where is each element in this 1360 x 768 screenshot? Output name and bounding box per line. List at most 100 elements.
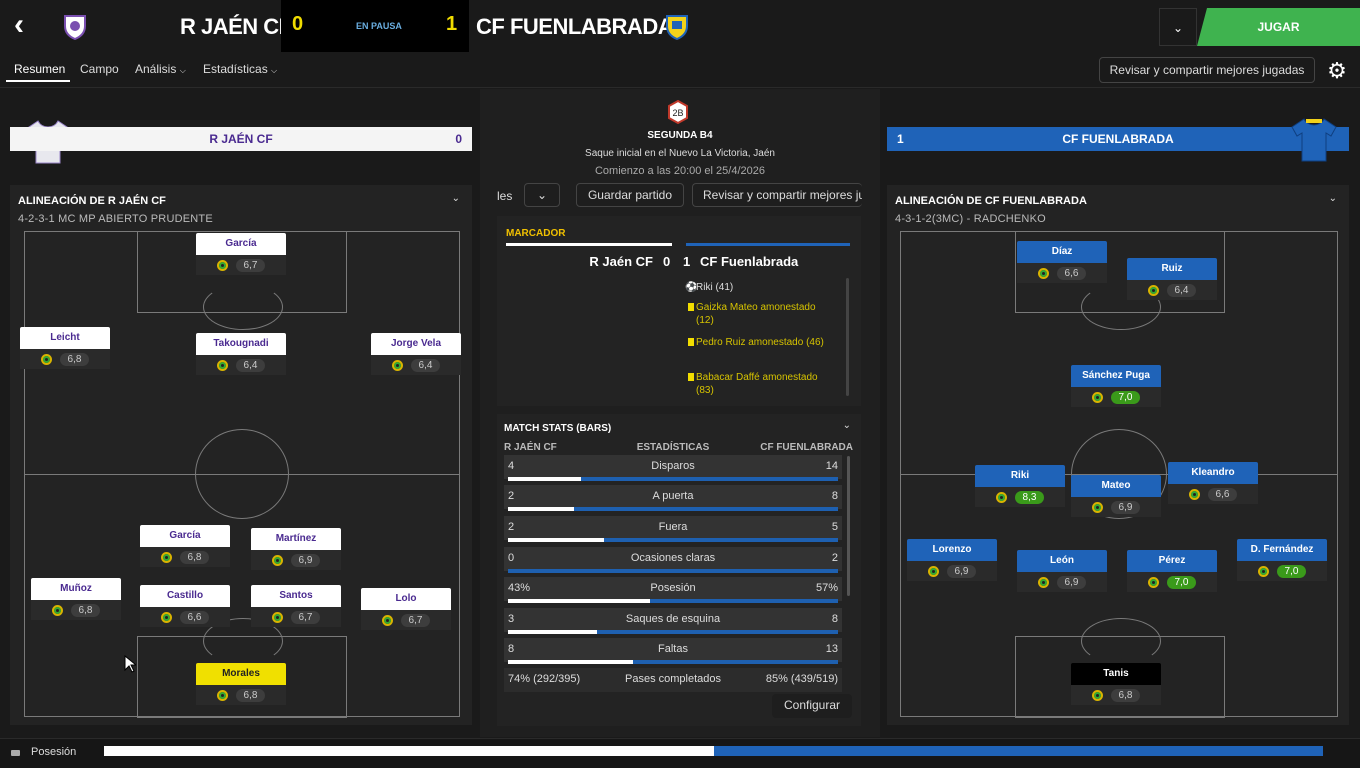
stat-bar (508, 660, 838, 664)
kickoff-place: Saque inicial en el Nuevo La Victoria, J… (585, 148, 775, 159)
options-dropdown[interactable]: ⌄ (524, 183, 560, 207)
rating-icon (216, 689, 228, 701)
player-name: Morales (196, 663, 286, 685)
player-card[interactable]: Riki 8,3 (975, 465, 1065, 509)
gear-icon[interactable]: ⚙ (1322, 56, 1352, 86)
tab-analisis[interactable]: Análisis ⌵ (135, 62, 186, 76)
stat-row: 2A puerta 8 (504, 485, 842, 509)
home-color-bar (506, 243, 672, 246)
player-card[interactable]: Lorenzo 6,9 (907, 539, 997, 583)
scoreboard-away-team: CF Fuenlabrada (700, 254, 799, 269)
stat-away-value: 57% (815, 582, 838, 594)
home-pitch (24, 231, 460, 718)
event-text: Riki (41) (696, 282, 734, 293)
stats-title: MATCH STATS (BARS) (504, 423, 612, 434)
tab-estadisticas[interactable]: Estadísticas ⌵ (203, 62, 277, 76)
player-name: León (1017, 550, 1107, 572)
player-name: Castillo (140, 585, 230, 607)
player-name: Pérez (1127, 550, 1217, 572)
event-text: Gaizka Mateo amonestado (12) (696, 302, 816, 326)
left-truncated-button[interactable]: les (497, 189, 512, 203)
player-name: Díaz (1017, 241, 1107, 263)
review-highlights-button[interactable]: Revisar y compartir mejores jugadas (1099, 57, 1315, 83)
rating-icon (160, 551, 172, 563)
save-match-button[interactable]: Guardar partido (576, 183, 684, 207)
stat-row: 0 Ocasiones claras 2 (504, 547, 842, 571)
stats-scrollbar[interactable] (847, 456, 850, 596)
chevron-down-icon[interactable]: ⌄ (1329, 193, 1337, 204)
rating-icon (271, 611, 283, 623)
match-header: ‹ R JAÉN CF 0 EN PAUSA 1 CF FUENLABRADA … (0, 0, 1360, 54)
event-text: Pedro Ruiz amonestado (46) (696, 337, 824, 348)
stat-bar-home-fill (508, 599, 650, 603)
player-card[interactable]: Castillo 6,6 (140, 585, 230, 629)
player-name: Lolo (361, 588, 451, 610)
player-card[interactable]: Pérez 7,0 (1127, 550, 1217, 594)
away-shirt-icon (1291, 118, 1337, 162)
review-highlights-button[interactable]: Revisar y compartir mejores ju (692, 183, 862, 207)
chevron-down-icon: ⌵ (271, 66, 278, 75)
tab-resumen[interactable]: Resumen (14, 62, 65, 76)
rating-icon (1091, 391, 1103, 403)
player-card[interactable]: Morales 6,8 (196, 663, 286, 707)
player-card[interactable]: Lolo 6,7 (361, 588, 451, 632)
away-team-bar-name: CF FUENLABRADA (1062, 132, 1174, 146)
stat-bar (508, 507, 838, 511)
away-team-name: CF FUENLABRADA (476, 14, 674, 39)
events-scrollbar[interactable] (846, 278, 849, 396)
rating-icon (1147, 576, 1159, 588)
player-card[interactable]: Díaz 6,6 (1017, 241, 1107, 285)
player-card[interactable]: Mateo 6,9 (1071, 475, 1161, 519)
player-rating: 6,4 (410, 358, 441, 372)
home-score: 0 (292, 13, 304, 35)
match-menu-dropdown[interactable]: ⌄ (1159, 8, 1197, 46)
player-name: Lorenzo (907, 539, 997, 561)
rating-icon (995, 491, 1007, 503)
configure-button[interactable]: Configurar (772, 694, 852, 718)
back-arrow-icon[interactable]: ‹ (14, 10, 42, 40)
player-card[interactable]: Tanis 6,8 (1071, 663, 1161, 707)
play-button[interactable]: JUGAR (1197, 8, 1360, 46)
player-card[interactable]: Martínez 6,9 (251, 528, 341, 572)
player-card[interactable]: D. Fernández 7,0 (1237, 539, 1327, 583)
player-rating: 7,0 (1110, 390, 1141, 404)
player-card[interactable]: Muñoz 6,8 (31, 578, 121, 622)
player-card[interactable]: Ruiz 6,4 (1127, 258, 1217, 302)
tab-campo[interactable]: Campo (80, 62, 119, 76)
player-rating: 6,9 (290, 553, 321, 567)
player-card[interactable]: García 6,8 (140, 525, 230, 569)
player-name: Kleandro (1168, 462, 1258, 484)
player-name: Takougnadi (196, 333, 286, 355)
chevron-down-icon[interactable]: ⌄ (452, 193, 460, 204)
rating-icon (1147, 284, 1159, 296)
stat-row: 43% Posesión 57% (504, 577, 842, 601)
tab-estadisticas-label: Estadísticas (203, 62, 268, 76)
chevron-down-icon[interactable]: ⌄ (843, 420, 851, 431)
player-card[interactable]: León 6,9 (1017, 550, 1107, 594)
player-rating: 6,4 (235, 358, 266, 372)
player-card[interactable]: Sánchez Puga 7,0 (1071, 365, 1161, 409)
rating-icon (381, 614, 393, 626)
chevron-down-icon: ⌵ (179, 66, 186, 75)
tab-bar: Resumen Campo Análisis ⌵ Estadísticas ⌵ … (0, 54, 1360, 88)
event-yellow-card: Gaizka Mateo amonestado (12) (688, 301, 836, 327)
yellow-card-icon (688, 303, 694, 311)
stat-bar (508, 538, 838, 542)
player-card[interactable]: Santos 6,7 (251, 585, 341, 629)
player-card[interactable]: Takougnadi 6,4 (196, 333, 286, 377)
player-rating: 6,6 (1207, 487, 1238, 501)
away-score: 1 (446, 13, 458, 35)
player-rating: 6,9 (1056, 575, 1087, 589)
player-card[interactable]: Jorge Vela 6,4 (371, 333, 461, 377)
player-card[interactable]: Kleandro 6,6 (1168, 462, 1258, 506)
player-name: Santos (251, 585, 341, 607)
home-formation: 4-2-3-1 MC MP ABIERTO PRUDENTE (18, 213, 213, 225)
stat-label: Fuera (658, 521, 688, 533)
rating-icon (927, 565, 939, 577)
scoreboard-title: MARCADOR (506, 228, 566, 239)
player-card[interactable]: Leicht 6,8 (20, 327, 110, 371)
stat-label: Posesión (650, 582, 696, 594)
player-card[interactable]: García 6,7 (196, 233, 286, 277)
rating-icon (1037, 267, 1049, 279)
rating-icon (391, 359, 403, 371)
